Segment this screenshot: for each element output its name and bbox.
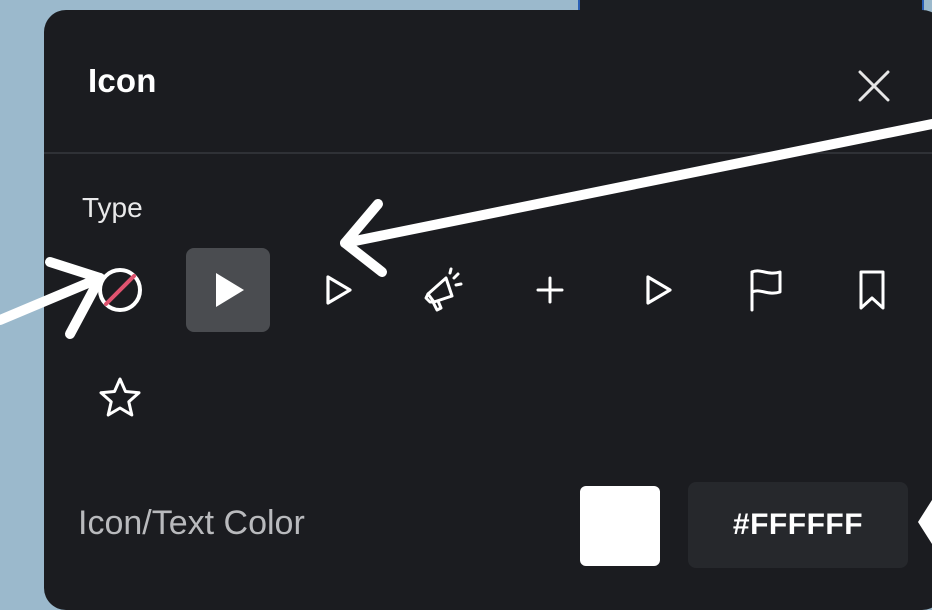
type-option-bookmark[interactable] [830, 248, 914, 332]
flag-icon [750, 269, 782, 312]
megaphone-icon [424, 267, 463, 312]
type-option-none[interactable] [78, 248, 162, 332]
type-option-star[interactable] [78, 356, 162, 440]
type-option-play-outline-2[interactable] [616, 248, 700, 332]
star-icon [99, 377, 141, 417]
type-label: Type [82, 192, 143, 223]
header-divider [44, 152, 932, 154]
close-icon [858, 70, 890, 102]
type-option-flag[interactable] [724, 248, 808, 332]
type-option-play-filled[interactable] [186, 248, 270, 332]
panel-title: Icon [88, 62, 157, 99]
color-swatch[interactable] [580, 486, 660, 566]
hex-color-input[interactable]: #FFFFFF [688, 482, 908, 568]
icon-text-color-label: Icon/Text Color [78, 504, 305, 542]
none-icon [98, 268, 142, 312]
type-option-megaphone[interactable] [400, 248, 484, 332]
play-outline-icon [646, 275, 672, 305]
type-option-plus[interactable] [508, 248, 592, 332]
close-button[interactable] [852, 64, 896, 108]
play-outline-icon [326, 275, 352, 305]
plus-icon [536, 276, 564, 304]
type-option-play-outline[interactable] [296, 248, 380, 332]
bookmark-icon [859, 270, 885, 310]
play-filled-icon [216, 273, 244, 307]
